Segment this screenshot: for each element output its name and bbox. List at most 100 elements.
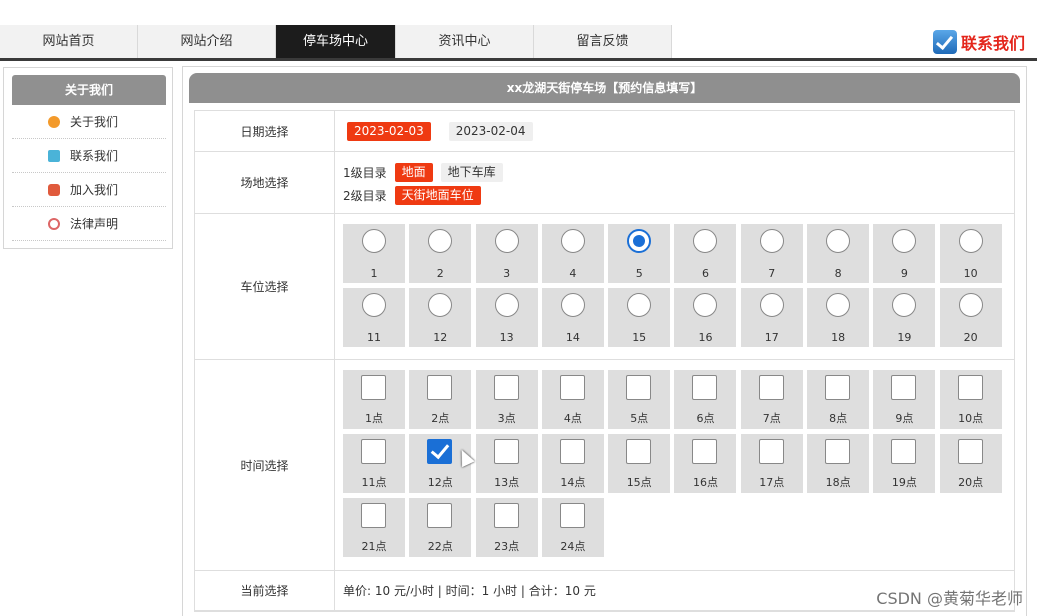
time-option[interactable]: 4点 bbox=[541, 370, 604, 429]
checkbox[interactable] bbox=[361, 439, 386, 464]
spot-option[interactable]: 11 bbox=[343, 288, 405, 347]
time-option[interactable]: 15点 bbox=[608, 434, 671, 493]
tab-feedback[interactable]: 留言反馈 bbox=[534, 25, 672, 58]
radio-button[interactable] bbox=[759, 229, 784, 253]
checkbox[interactable] bbox=[758, 375, 784, 400]
radio-button[interactable] bbox=[362, 229, 386, 253]
spot-option[interactable]: 16 bbox=[674, 288, 737, 347]
checkbox[interactable] bbox=[493, 375, 519, 400]
time-option[interactable]: 20点 bbox=[939, 434, 1002, 493]
spot-option[interactable]: 20 bbox=[939, 288, 1002, 347]
time-option[interactable]: 3点 bbox=[475, 370, 538, 429]
time-option[interactable]: 16点 bbox=[674, 434, 737, 493]
sidebar-item-join[interactable]: 加入我们 bbox=[12, 173, 166, 207]
radio-button[interactable] bbox=[892, 229, 917, 253]
radio-button[interactable] bbox=[892, 293, 917, 317]
sidebar-item-legal[interactable]: 法律声明 bbox=[12, 207, 166, 241]
checkbox[interactable] bbox=[891, 439, 917, 464]
checkbox[interactable] bbox=[427, 439, 453, 464]
radio-button[interactable] bbox=[494, 229, 519, 253]
checkbox[interactable] bbox=[891, 375, 917, 400]
radio-button[interactable] bbox=[627, 293, 652, 317]
time-option[interactable]: 14点 bbox=[541, 434, 604, 493]
spot-option[interactable]: 4 bbox=[541, 224, 604, 283]
time-option[interactable]: 9点 bbox=[873, 370, 936, 429]
radio-button[interactable] bbox=[693, 293, 718, 317]
checkbox[interactable] bbox=[361, 375, 386, 400]
checkbox[interactable] bbox=[626, 439, 652, 464]
time-option[interactable]: 11点 bbox=[343, 434, 405, 493]
time-option[interactable]: 7点 bbox=[740, 370, 803, 429]
level1-option[interactable]: 地下车库 bbox=[440, 162, 503, 182]
radio-button[interactable] bbox=[693, 229, 718, 253]
checkbox[interactable] bbox=[692, 375, 718, 400]
time-option[interactable]: 13点 bbox=[475, 434, 538, 493]
spot-option[interactable]: 17 bbox=[740, 288, 803, 347]
level1-option-selected[interactable]: 地面 bbox=[394, 162, 433, 182]
time-option[interactable]: 1点 bbox=[343, 370, 405, 429]
radio-button[interactable] bbox=[428, 229, 453, 253]
spot-option[interactable]: 6 bbox=[674, 224, 737, 283]
tab-parking-center[interactable]: 停车场中心 bbox=[276, 25, 396, 58]
checkbox[interactable] bbox=[957, 375, 983, 400]
spot-option[interactable]: 3 bbox=[475, 224, 538, 283]
radio-button[interactable] bbox=[627, 229, 652, 253]
radio-button[interactable] bbox=[428, 293, 453, 317]
checkbox[interactable] bbox=[626, 375, 652, 400]
spot-option[interactable]: 13 bbox=[475, 288, 538, 347]
checkbox[interactable] bbox=[825, 375, 851, 400]
spot-option[interactable]: 18 bbox=[807, 288, 870, 347]
checkbox[interactable] bbox=[427, 503, 453, 528]
radio-button[interactable] bbox=[494, 293, 519, 317]
spot-option[interactable]: 15 bbox=[608, 288, 671, 347]
time-option[interactable]: 8点 bbox=[807, 370, 870, 429]
time-option[interactable]: 18点 bbox=[807, 434, 870, 493]
tab-home[interactable]: 网站首页 bbox=[0, 25, 138, 58]
contact-us-link[interactable]: 联系我们 bbox=[932, 28, 1025, 56]
radio-button[interactable] bbox=[560, 229, 585, 253]
radio-button[interactable] bbox=[958, 293, 983, 317]
sidebar-item-contact[interactable]: 联系我们 bbox=[12, 139, 166, 173]
time-option[interactable]: 6点 bbox=[674, 370, 737, 429]
spot-option[interactable]: 9 bbox=[873, 224, 936, 283]
date-option[interactable]: 2023-02-04 bbox=[448, 121, 533, 141]
radio-button[interactable] bbox=[958, 229, 983, 253]
time-option[interactable]: 23点 bbox=[475, 498, 538, 557]
checkbox[interactable] bbox=[758, 439, 784, 464]
time-option[interactable]: 5点 bbox=[608, 370, 671, 429]
spot-option[interactable]: 10 bbox=[939, 224, 1002, 283]
time-option[interactable]: 17点 bbox=[740, 434, 803, 493]
checkbox[interactable] bbox=[427, 375, 453, 400]
radio-button[interactable] bbox=[826, 293, 851, 317]
radio-button[interactable] bbox=[759, 293, 784, 317]
checkbox[interactable] bbox=[957, 439, 983, 464]
spot-option[interactable]: 8 bbox=[807, 224, 870, 283]
spot-option[interactable]: 7 bbox=[740, 224, 803, 283]
radio-button[interactable] bbox=[826, 229, 851, 253]
tab-intro[interactable]: 网站介绍 bbox=[138, 25, 276, 58]
tab-news[interactable]: 资讯中心 bbox=[396, 25, 534, 58]
spot-option[interactable]: 5 bbox=[608, 224, 671, 283]
level2-option-selected[interactable]: 天街地面车位 bbox=[394, 185, 481, 205]
time-option[interactable]: 22点 bbox=[409, 498, 472, 557]
checkbox[interactable] bbox=[493, 439, 519, 464]
checkbox[interactable] bbox=[559, 439, 585, 464]
time-option[interactable]: 2点 bbox=[409, 370, 472, 429]
date-option-selected[interactable]: 2023-02-03 bbox=[347, 121, 431, 141]
checkbox[interactable] bbox=[361, 503, 386, 528]
spot-option[interactable]: 19 bbox=[873, 288, 936, 347]
time-option[interactable]: 24点 bbox=[541, 498, 604, 557]
checkbox[interactable] bbox=[559, 375, 585, 400]
time-option[interactable]: 19点 bbox=[873, 434, 936, 493]
spot-option[interactable]: 2 bbox=[409, 224, 472, 283]
time-option[interactable]: 10点 bbox=[939, 370, 1002, 429]
spot-option[interactable]: 1 bbox=[343, 224, 405, 283]
checkbox[interactable] bbox=[825, 439, 851, 464]
time-option[interactable]: 21点 bbox=[343, 498, 405, 557]
spot-option[interactable]: 12 bbox=[409, 288, 472, 347]
radio-button[interactable] bbox=[560, 293, 585, 317]
radio-button[interactable] bbox=[362, 293, 386, 317]
checkbox[interactable] bbox=[692, 439, 718, 464]
spot-option[interactable]: 14 bbox=[541, 288, 604, 347]
sidebar-item-about[interactable]: 关于我们 bbox=[12, 105, 166, 139]
